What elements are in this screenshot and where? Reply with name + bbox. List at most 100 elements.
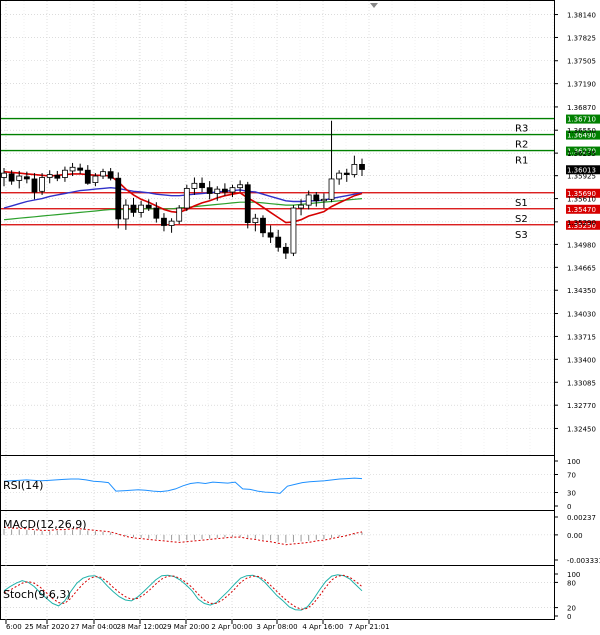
- stoch-tick-label: 20: [567, 605, 576, 613]
- candle-body: [214, 188, 221, 194]
- price-tick-label: 1.33400: [567, 356, 596, 364]
- level-name-s2: S2: [515, 214, 528, 225]
- candle-body: [275, 236, 282, 248]
- price-tick-label: 1.38140: [567, 12, 596, 20]
- candle-body: [191, 182, 198, 189]
- candle-body: [92, 175, 99, 183]
- time-tick-label: 29 Mar 20:00: [163, 623, 210, 631]
- candle-body: [176, 207, 183, 222]
- time-tick-label: 25 Mar 2020: [25, 623, 69, 631]
- scroll-marker-icon[interactable]: [370, 3, 378, 8]
- candle-body: [199, 182, 205, 189]
- candle-body: [290, 207, 297, 254]
- candle-body: [237, 184, 244, 189]
- candle-body: [130, 204, 137, 213]
- level-price-text-r3: 1.36710: [567, 116, 596, 124]
- price-tick-label: 1.35290: [567, 219, 596, 227]
- price-tick-label: 1.36870: [567, 104, 596, 112]
- time-tick-label: 28 Mar 12:00: [117, 623, 164, 631]
- price-tick-label: 1.34350: [567, 287, 596, 295]
- level-name-r3: R3: [515, 124, 528, 135]
- macd-tick-label: 0.00: [567, 532, 583, 540]
- candles: [1, 120, 365, 259]
- candle-body: [221, 188, 228, 193]
- time-tick-label: 27 Mar 04:00: [71, 623, 118, 631]
- level-name-s3: S3: [515, 230, 528, 241]
- price-tick-label: 1.34030: [567, 311, 596, 319]
- candle-body: [69, 166, 76, 172]
- price-tick-label: 1.33715: [567, 333, 596, 341]
- time-tick-label: 7 Apr 21:01: [348, 623, 389, 631]
- time-tick-label: 6:00: [6, 623, 22, 631]
- candle-body: [313, 194, 320, 202]
- candle-body: [305, 194, 312, 206]
- rsi-tick-label: 0: [567, 503, 571, 511]
- time-tick-label: 2 Apr 00:00: [211, 623, 252, 631]
- price-tick-label: 1.37190: [567, 81, 596, 89]
- main-panel-frame: [0, 0, 555, 456]
- candle-body: [31, 178, 38, 193]
- candle-body: [23, 176, 30, 180]
- stoch-tick-label: 100: [567, 571, 580, 579]
- level-price-text-s2: 1.35470: [567, 206, 596, 214]
- rsi-title: RSI(14): [3, 479, 43, 492]
- time-tick-label: 4 Apr 16:00: [302, 623, 343, 631]
- rsi-tick-label: 30: [567, 490, 576, 498]
- candle-body: [359, 163, 365, 170]
- candle-body: [183, 188, 190, 209]
- price-tick-label: 1.33085: [567, 379, 596, 387]
- candle-body: [122, 204, 129, 220]
- candle-body: [252, 217, 259, 223]
- candle-body: [229, 187, 236, 193]
- candle-body: [54, 174, 61, 179]
- candle-body: [298, 204, 304, 209]
- macd-tick-label: -0.003331: [567, 557, 600, 565]
- stoch-panel-frame: [0, 565, 555, 620]
- candle-body: [351, 163, 358, 175]
- price-tick-label: 1.36235: [567, 150, 596, 158]
- price-tick-label: 1.34665: [567, 264, 596, 272]
- chart-svg: 1.36710R31.36490R21.36270R11.35690S11.35…: [0, 0, 600, 631]
- pivot-levels: 1.36710R31.36490R21.36270R11.35690S11.35…: [1, 114, 600, 241]
- candle-body: [84, 169, 91, 184]
- rsi-panel-frame: [0, 455, 555, 511]
- candle-body: [161, 217, 167, 226]
- candle-body: [100, 171, 106, 177]
- stoch-title: Stoch(9,6,3): [3, 588, 71, 601]
- candle-body: [115, 177, 122, 220]
- price-tick-label: 1.35925: [567, 173, 596, 181]
- candle-body: [343, 172, 350, 175]
- candle-body: [8, 173, 15, 182]
- candle-body: [1, 172, 7, 178]
- chart-root: 1.36710 R3 1.36490 R2 1.36270 R1 1.35690 S1 1.35…: [0, 0, 600, 635]
- candle-body: [62, 169, 68, 178]
- price-tick-label: 1.37825: [567, 34, 596, 42]
- candle-body: [46, 174, 53, 178]
- candle-body: [282, 246, 289, 254]
- candle-body: [328, 178, 335, 200]
- candle-body: [153, 207, 160, 219]
- candle-body: [145, 204, 152, 209]
- candle-body: [260, 217, 266, 234]
- candle-body: [336, 172, 343, 180]
- price-tick-label: 1.32450: [567, 425, 596, 433]
- level-name-r1: R1: [515, 156, 528, 167]
- candle-body: [77, 167, 84, 171]
- rsi-line: [3, 477, 363, 494]
- candle-body: [321, 198, 327, 202]
- price-tick-label: 1.34980: [567, 241, 596, 249]
- indicator-panels: 100703000.002370.00-0.00333110080200: [1, 458, 600, 621]
- candle-body: [107, 171, 114, 179]
- candle-body: [39, 177, 45, 192]
- candle-body: [206, 187, 213, 194]
- rsi-tick-label: 70: [567, 472, 576, 480]
- candle-body: [168, 220, 175, 226]
- candle-body: [16, 175, 23, 181]
- candle-body: [267, 232, 274, 238]
- stoch-tick-label: 80: [567, 579, 576, 587]
- price-axis: 1.38140 1.37825 1.37505 1.37190 1.36870 1.365…: [554, 12, 596, 433]
- stoch-tick-label: 0: [567, 613, 571, 621]
- candle-body: [244, 184, 251, 223]
- rsi-tick-label: 100: [567, 458, 580, 466]
- level-name-r2: R2: [515, 140, 528, 151]
